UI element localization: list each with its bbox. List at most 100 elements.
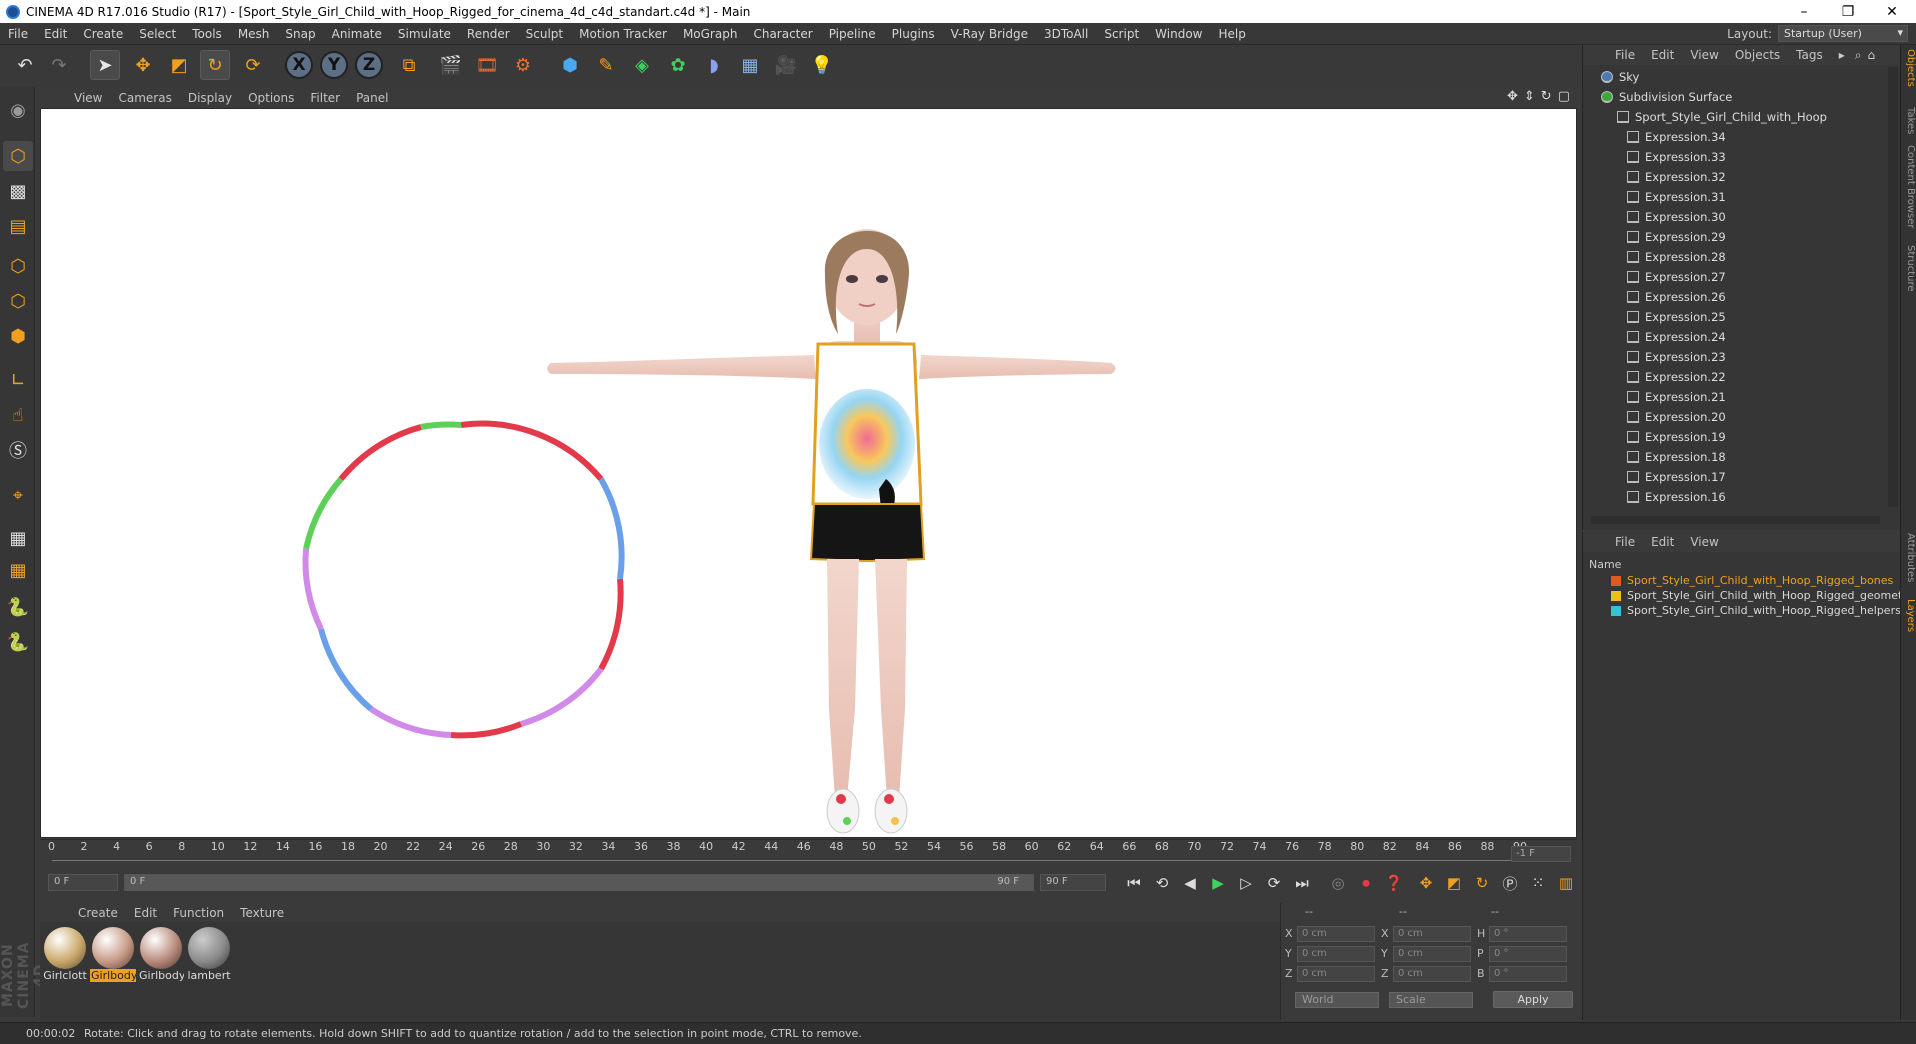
- layout-dropdown[interactable]: Startup (User): [1778, 25, 1908, 42]
- camera-icon[interactable]: 🎥: [771, 50, 801, 80]
- light-icon[interactable]: 💡: [807, 50, 837, 80]
- object-tree-row[interactable]: Expression.17: [1583, 467, 1883, 487]
- key-scale-icon[interactable]: ◩: [1442, 871, 1466, 895]
- workplane-axis-icon[interactable]: ▦: [3, 555, 33, 585]
- menu-script[interactable]: Script: [1096, 27, 1147, 41]
- viewport-menu-view[interactable]: View: [66, 91, 110, 105]
- menu-pipeline[interactable]: Pipeline: [821, 27, 884, 41]
- deformer-icon[interactable]: ◗: [699, 50, 729, 80]
- texture-mode-icon[interactable]: ▩: [3, 176, 33, 206]
- position-y-field[interactable]: 0 cm: [1297, 946, 1375, 962]
- material-swatch-selected[interactable]: Girlbody: [90, 927, 136, 987]
- move-icon[interactable]: ✥: [128, 50, 158, 80]
- snap-icon[interactable]: Ⓢ: [3, 435, 33, 465]
- search-icon[interactable]: ⌕: [1855, 48, 1862, 63]
- layer-menu-view[interactable]: View: [1682, 535, 1726, 549]
- object-tree-row[interactable]: Expression.18: [1583, 447, 1883, 467]
- menu-character[interactable]: Character: [745, 27, 820, 41]
- layer-row[interactable]: Sport_Style_Girl_Child_with_Hoop_Rigged_…: [1611, 574, 1893, 587]
- next-frame-icon[interactable]: ▷: [1234, 871, 1258, 895]
- layer-row[interactable]: Sport_Style_Girl_Child_with_Hoop_Rigged_…: [1611, 589, 1913, 602]
- object-tree-row[interactable]: Expression.27: [1583, 267, 1883, 287]
- object-tree-row[interactable]: Expression.31: [1583, 187, 1883, 207]
- position-z-field[interactable]: 0 cm: [1297, 966, 1375, 982]
- make-editable-icon[interactable]: ◉: [3, 95, 33, 125]
- object-tree-row[interactable]: Expression.16: [1583, 487, 1883, 507]
- rotation-p-field[interactable]: 0 °: [1489, 946, 1567, 962]
- toggle-view-icon[interactable]: ▢: [1558, 89, 1570, 104]
- key-pla-icon[interactable]: ⁙: [1526, 871, 1550, 895]
- object-tree-row[interactable]: Expression.21: [1583, 387, 1883, 407]
- menu-mesh[interactable]: Mesh: [230, 27, 278, 41]
- tab-layers[interactable]: Layers: [1902, 599, 1916, 632]
- python-alt-icon[interactable]: 🐍: [3, 627, 33, 657]
- autokey-icon[interactable]: ⏺: [1354, 871, 1378, 895]
- rotate-alt-icon[interactable]: ⟳: [238, 50, 268, 80]
- rotation-h-field[interactable]: 0 °: [1489, 926, 1567, 942]
- material-swatch[interactable]: lambert: [186, 927, 232, 987]
- minimize-button[interactable]: –: [1782, 0, 1826, 23]
- 3d-viewport[interactable]: [40, 108, 1577, 838]
- points-mode-icon[interactable]: ⬡: [3, 251, 33, 281]
- cube-icon[interactable]: ⬢: [555, 50, 585, 80]
- menu-help[interactable]: Help: [1210, 27, 1253, 41]
- menu-mograph[interactable]: MoGraph: [675, 27, 746, 41]
- menu-edit[interactable]: Edit: [36, 27, 75, 41]
- object-tree-row[interactable]: Expression.30: [1583, 207, 1883, 227]
- cloner-icon[interactable]: ✿: [663, 50, 693, 80]
- object-tree-row[interactable]: Expression.24: [1583, 327, 1883, 347]
- start-frame-field[interactable]: 0 F: [48, 874, 118, 891]
- material-swatch[interactable]: Girlbody: [138, 927, 184, 987]
- object-tree-row[interactable]: Subdivision Surface: [1583, 87, 1883, 107]
- object-tree-row[interactable]: Expression.23: [1583, 347, 1883, 367]
- previous-key-icon[interactable]: ⟲: [1150, 871, 1174, 895]
- y-axis-lock-button[interactable]: Y: [320, 51, 348, 79]
- keyframe-selection-icon[interactable]: ❓: [1382, 871, 1406, 895]
- play-icon[interactable]: ▶: [1206, 871, 1230, 895]
- material-menu-create[interactable]: Create: [70, 906, 126, 920]
- tab-attributes[interactable]: Attributes: [1902, 533, 1916, 582]
- polygons-mode-icon[interactable]: ⬢: [3, 321, 33, 351]
- orbit-icon[interactable]: ↻: [1541, 89, 1552, 104]
- dolly-icon[interactable]: ⇕: [1524, 89, 1535, 104]
- viewport-menu-options[interactable]: Options: [240, 91, 302, 105]
- object-tree-row[interactable]: Sky: [1583, 67, 1883, 87]
- layer-menu-file[interactable]: File: [1607, 535, 1643, 549]
- python-icon[interactable]: 🐍: [3, 592, 33, 622]
- layer-menu-edit[interactable]: Edit: [1643, 535, 1682, 549]
- rotate-icon[interactable]: ↻: [200, 50, 230, 80]
- menu-plugins[interactable]: Plugins: [884, 27, 943, 41]
- tab-structure[interactable]: Structure: [1902, 245, 1916, 292]
- tab-takes[interactable]: Takes: [1902, 107, 1916, 134]
- menu-vray-bridge[interactable]: V-Ray Bridge: [943, 27, 1036, 41]
- object-tree-row[interactable]: Expression.32: [1583, 167, 1883, 187]
- size-z-field[interactable]: 0 cm: [1393, 966, 1471, 982]
- viewport-menu-filter[interactable]: Filter: [302, 91, 348, 105]
- menu-3dtoall[interactable]: 3DToAll: [1036, 27, 1096, 41]
- viewport-menu-panel[interactable]: Panel: [348, 91, 396, 105]
- close-button[interactable]: ✕: [1870, 0, 1914, 23]
- undo-icon[interactable]: ↶: [10, 50, 40, 80]
- tab-content-browser[interactable]: Content Browser: [1902, 145, 1916, 228]
- render-picture-viewer-icon[interactable]: 🎞: [472, 50, 502, 80]
- z-axis-lock-button[interactable]: Z: [355, 51, 383, 79]
- redo-icon[interactable]: ↷: [44, 50, 74, 80]
- workplane-mode-icon[interactable]: ▤: [3, 211, 33, 241]
- pen-icon[interactable]: ✎: [591, 50, 621, 80]
- size-y-field[interactable]: 0 cm: [1393, 946, 1471, 962]
- maximize-button[interactable]: ❐: [1826, 0, 1870, 23]
- object-horizontal-scrollbar[interactable]: [1591, 516, 1880, 524]
- go-to-start-icon[interactable]: ⏮: [1122, 871, 1146, 895]
- object-tree-row[interactable]: Expression.26: [1583, 287, 1883, 307]
- home-icon[interactable]: ⌂: [1868, 48, 1876, 62]
- material-menu-texture[interactable]: Texture: [232, 906, 292, 920]
- floor-icon[interactable]: ▦: [735, 50, 765, 80]
- magnet-icon[interactable]: ⌖: [3, 480, 33, 510]
- pan-icon[interactable]: ✥: [1507, 89, 1518, 104]
- layer-row[interactable]: Sport_Style_Girl_Child_with_Hoop_Rigged_…: [1611, 604, 1901, 617]
- workplane-lock-icon[interactable]: ▦: [3, 523, 33, 553]
- menu-simulate[interactable]: Simulate: [390, 27, 459, 41]
- go-to-end-icon[interactable]: ⏭: [1290, 871, 1314, 895]
- object-menu-edit[interactable]: Edit: [1643, 48, 1682, 62]
- coordinate-space-dropdown[interactable]: World: [1295, 992, 1379, 1008]
